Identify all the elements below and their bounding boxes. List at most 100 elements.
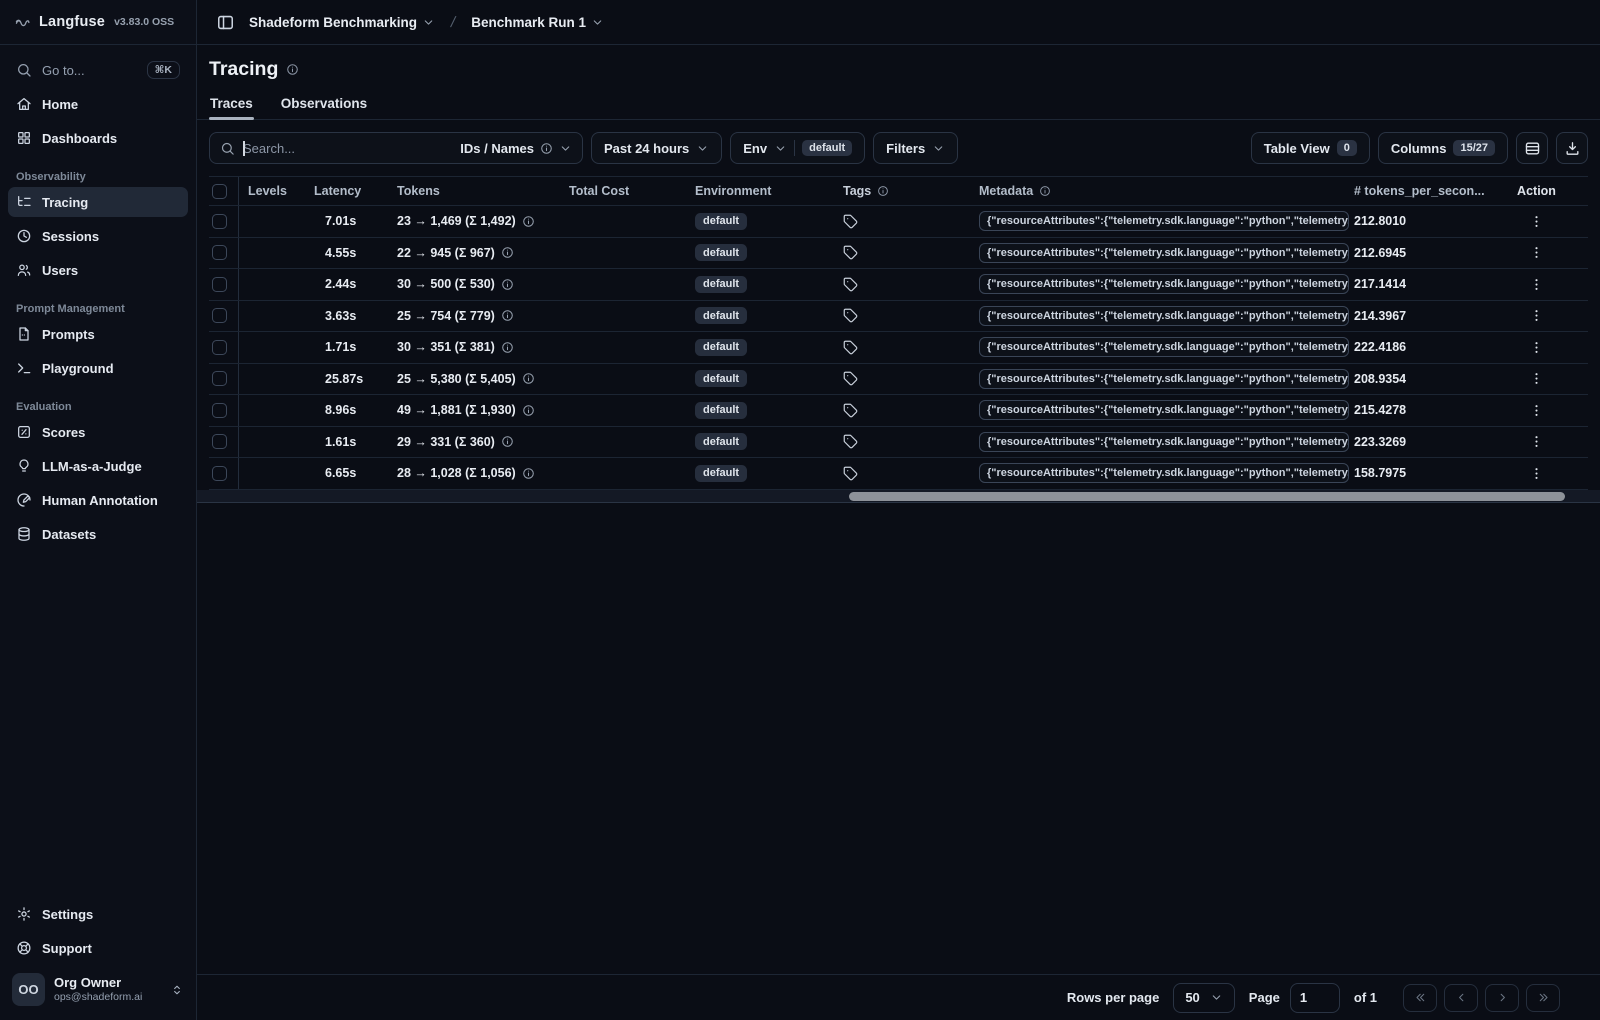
table-row[interactable]: 25.87s 25 → 5,380 (Σ 5,405) default {"re… <box>209 363 1588 395</box>
cell-tags[interactable] <box>843 434 979 449</box>
cell-tags[interactable] <box>843 403 979 418</box>
last-page-button[interactable] <box>1526 983 1560 1012</box>
kebab-menu-icon[interactable] <box>1529 245 1544 260</box>
kebab-menu-icon[interactable] <box>1529 466 1544 481</box>
table-row[interactable]: 3.63s 25 → 754 (Σ 779) default {"resourc… <box>209 300 1588 332</box>
breadcrumb-project[interactable]: Shadeform Benchmarking <box>249 15 435 30</box>
info-icon[interactable] <box>501 246 514 259</box>
kebab-menu-icon[interactable] <box>1529 403 1544 418</box>
kebab-menu-icon[interactable] <box>1529 214 1544 229</box>
row-checkbox[interactable] <box>212 213 227 229</box>
kebab-menu-icon[interactable] <box>1529 308 1544 323</box>
search-input[interactable] <box>243 140 453 156</box>
export-button[interactable] <box>1556 132 1588 164</box>
row-checkbox[interactable] <box>212 308 227 324</box>
metadata-chip[interactable]: {"resourceAttributes":{"telemetry.sdk.la… <box>979 211 1349 232</box>
env-filter-button[interactable]: Env default <box>730 132 866 164</box>
metadata-chip[interactable]: {"resourceAttributes":{"telemetry.sdk.la… <box>979 400 1349 421</box>
table-view-button[interactable]: Table View 0 <box>1250 132 1370 164</box>
sidebar-item-dashboards[interactable]: Dashboards <box>8 123 188 153</box>
kebab-menu-icon[interactable] <box>1529 277 1544 292</box>
info-icon[interactable] <box>522 215 535 228</box>
info-icon[interactable] <box>522 372 535 385</box>
sidebar-item-settings[interactable]: Settings <box>8 899 188 929</box>
info-icon[interactable] <box>1039 185 1051 197</box>
table-row[interactable]: 2.44s 30 → 500 (Σ 530) default {"resourc… <box>209 269 1588 301</box>
metadata-chip[interactable]: {"resourceAttributes":{"telemetry.sdk.la… <box>979 274 1349 295</box>
columns-button[interactable]: Columns 15/27 <box>1377 132 1508 164</box>
sidebar-item-datasets[interactable]: Datasets <box>8 519 188 549</box>
horizontal-scrollbar-thumb[interactable] <box>849 491 1565 501</box>
search-mode-dropdown[interactable]: IDs / Names <box>460 141 572 156</box>
row-checkbox[interactable] <box>212 339 227 355</box>
table-row[interactable]: 6.65s 28 → 1,028 (Σ 1,056) default {"res… <box>209 458 1588 490</box>
goto-search[interactable]: Go to... ⌘K <box>8 55 188 85</box>
table-row[interactable]: 4.55s 22 → 945 (Σ 967) default {"resourc… <box>209 237 1588 269</box>
info-icon[interactable] <box>522 467 535 480</box>
sidebar-item-llm-as-a-judge[interactable]: LLM-as-a-Judge <box>8 451 188 481</box>
first-page-button[interactable] <box>1403 983 1437 1012</box>
info-icon[interactable] <box>501 435 514 448</box>
info-icon[interactable] <box>286 63 299 76</box>
row-checkbox[interactable] <box>212 465 227 481</box>
cell-tags[interactable] <box>843 466 979 481</box>
sidebar-item-home[interactable]: Home <box>8 89 188 119</box>
account-switcher[interactable]: OO Org Owner ops@shadeform.ai <box>8 967 188 1012</box>
info-icon[interactable] <box>501 309 514 322</box>
table-row[interactable]: 7.01s 23 → 1,469 (Σ 1,492) default {"res… <box>209 206 1588 238</box>
cell-tags[interactable] <box>843 308 979 323</box>
row-checkbox[interactable] <box>212 276 227 292</box>
tab-traces[interactable]: Traces <box>209 90 254 120</box>
row-checkbox[interactable] <box>212 434 227 450</box>
page-number-input[interactable] <box>1289 982 1340 1013</box>
table-row[interactable]: 1.71s 30 → 351 (Σ 381) default {"resourc… <box>209 332 1588 364</box>
info-icon[interactable] <box>877 185 889 197</box>
col-environment: Environment <box>695 184 772 198</box>
sidebar-item-users[interactable]: Users <box>8 255 188 285</box>
sidebar-item-support[interactable]: Support <box>8 933 188 963</box>
rows-per-page-select[interactable]: 50 <box>1173 982 1235 1013</box>
tab-observations[interactable]: Observations <box>280 90 368 119</box>
sidebar-item-human-annotation[interactable]: Human Annotation <box>8 485 188 515</box>
time-range-button[interactable]: Past 24 hours <box>591 132 723 164</box>
table-row[interactable]: 8.96s 49 → 1,881 (Σ 1,930) default {"res… <box>209 395 1588 427</box>
metadata-chip[interactable]: {"resourceAttributes":{"telemetry.sdk.la… <box>979 242 1349 263</box>
cell-environment: default <box>695 212 843 230</box>
cell-tags[interactable] <box>843 214 979 229</box>
table-row[interactable]: 1.61s 29 → 331 (Σ 360) default {"resourc… <box>209 426 1588 458</box>
row-height-button[interactable] <box>1516 132 1548 164</box>
kebab-menu-icon[interactable] <box>1529 340 1544 355</box>
breadcrumb-run[interactable]: Benchmark Run 1 <box>471 15 604 30</box>
cell-tags[interactable] <box>843 245 979 260</box>
metadata-chip[interactable]: {"resourceAttributes":{"telemetry.sdk.la… <box>979 463 1349 484</box>
terminal-icon <box>18 363 31 374</box>
metadata-chip[interactable]: {"resourceAttributes":{"telemetry.sdk.la… <box>979 431 1349 452</box>
info-icon[interactable] <box>501 278 514 291</box>
sidebar-item-scores[interactable]: Scores <box>8 417 188 447</box>
cell-tags[interactable] <box>843 340 979 355</box>
metadata-chip[interactable]: {"resourceAttributes":{"telemetry.sdk.la… <box>979 337 1349 358</box>
cell-tags[interactable] <box>843 277 979 292</box>
brand-name: Langfuse <box>39 14 106 30</box>
sidebar-footer: Settings Support OO Org Owner ops@shadef… <box>0 889 196 1020</box>
sidebar-item-prompts[interactable]: Prompts <box>8 319 188 349</box>
metadata-chip[interactable]: {"resourceAttributes":{"telemetry.sdk.la… <box>979 368 1349 389</box>
sidebar-toggle-button[interactable] <box>211 8 239 36</box>
filters-button[interactable]: Filters <box>873 132 959 164</box>
next-page-button[interactable] <box>1485 983 1519 1012</box>
kebab-menu-icon[interactable] <box>1529 434 1544 449</box>
info-icon[interactable] <box>522 404 535 417</box>
previous-page-button[interactable] <box>1444 983 1478 1012</box>
info-icon[interactable] <box>501 341 514 354</box>
sidebar-item-playground[interactable]: Playground <box>8 353 188 383</box>
row-checkbox[interactable] <box>212 245 227 261</box>
row-checkbox[interactable] <box>212 402 227 418</box>
sidebar-item-sessions[interactable]: Sessions <box>8 221 188 251</box>
row-checkbox[interactable] <box>212 371 227 387</box>
cell-tags[interactable] <box>843 371 979 386</box>
kebab-menu-icon[interactable] <box>1529 371 1544 386</box>
table-view-count-badge: 0 <box>1336 140 1357 156</box>
select-all-checkbox[interactable] <box>212 183 227 199</box>
metadata-chip[interactable]: {"resourceAttributes":{"telemetry.sdk.la… <box>979 305 1349 326</box>
sidebar-item-tracing[interactable]: Tracing <box>8 187 188 217</box>
